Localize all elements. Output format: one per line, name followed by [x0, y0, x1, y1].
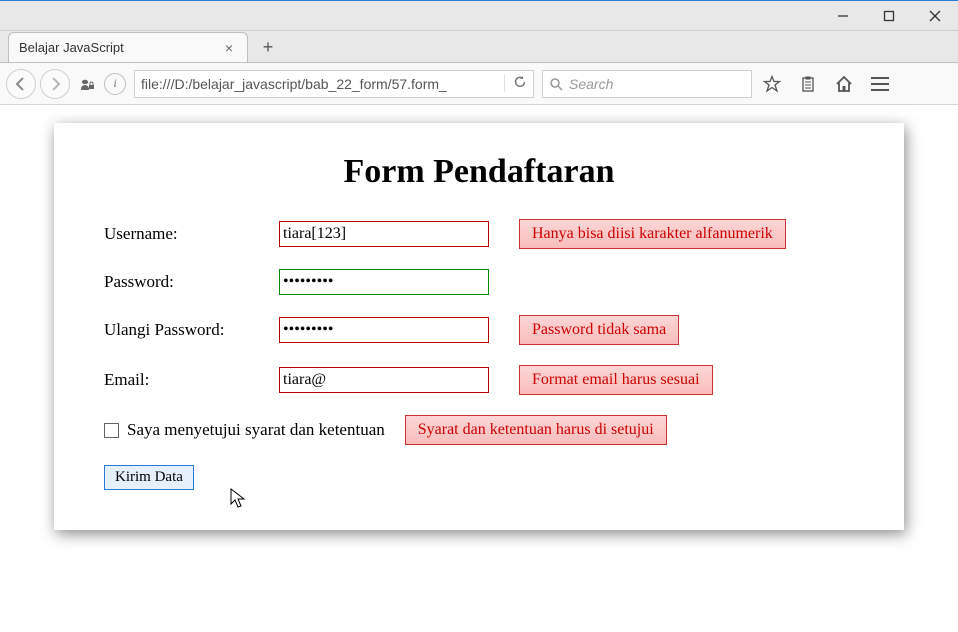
password-label: Password:	[104, 272, 279, 292]
browser-toolbar: i file:///D:/belajar_javascript/bab_22_f…	[0, 63, 958, 105]
back-button[interactable]	[6, 69, 36, 99]
password2-error: Password tidak sama	[519, 315, 679, 345]
email-error: Format email harus sesuai	[519, 365, 713, 395]
home-icon[interactable]	[828, 68, 860, 100]
site-identity-icon[interactable]	[76, 73, 98, 95]
password2-label: Ulangi Password:	[104, 320, 279, 340]
search-bar[interactable]: Search	[542, 70, 752, 98]
reload-button[interactable]	[504, 75, 527, 92]
username-error: Hanya bisa diisi karakter alfanumerik	[519, 219, 786, 249]
maximize-button[interactable]	[866, 1, 912, 31]
row-email: Email: Format email harus sesuai	[104, 365, 854, 395]
email-label: Email:	[104, 370, 279, 390]
agree-error: Syarat dan ketentuan harus di setujui	[405, 415, 667, 445]
password-input[interactable]	[279, 269, 489, 295]
tab-title: Belajar JavaScript	[19, 40, 124, 55]
search-placeholder: Search	[569, 76, 613, 92]
clipboard-icon[interactable]	[792, 68, 824, 100]
submit-button[interactable]: Kirim Data	[104, 465, 194, 490]
agree-label: Saya menyetujui syarat dan ketentuan	[127, 420, 385, 440]
cursor-icon	[230, 488, 248, 510]
minimize-button[interactable]	[820, 1, 866, 31]
row-username: Username: Hanya bisa diisi karakter alfa…	[104, 219, 854, 249]
username-input[interactable]	[279, 221, 489, 247]
browser-tab[interactable]: Belajar JavaScript ×	[8, 32, 248, 62]
email-input[interactable]	[279, 367, 489, 393]
page-title: Form Pendaftaran	[104, 153, 854, 191]
row-password2: Ulangi Password: Password tidak sama	[104, 315, 854, 345]
search-icon	[549, 77, 563, 91]
agree-checkbox[interactable]	[104, 423, 119, 438]
tab-bar: Belajar JavaScript × +	[0, 31, 958, 63]
username-label: Username:	[104, 224, 279, 244]
info-icon[interactable]: i	[104, 73, 126, 95]
new-tab-button[interactable]: +	[254, 33, 282, 61]
close-window-button[interactable]	[912, 1, 958, 31]
url-bar[interactable]: file:///D:/belajar_javascript/bab_22_for…	[134, 70, 534, 98]
url-text: file:///D:/belajar_javascript/bab_22_for…	[141, 76, 504, 92]
row-agree: Saya menyetujui syarat dan ketentuan Sya…	[104, 415, 854, 445]
page-content: Form Pendaftaran Username: Hanya bisa di…	[0, 105, 958, 632]
menu-button[interactable]	[864, 68, 896, 100]
bookmark-star-icon[interactable]	[756, 68, 788, 100]
window-titlebar	[0, 1, 958, 31]
password2-input[interactable]	[279, 317, 489, 343]
close-tab-icon[interactable]: ×	[221, 40, 237, 56]
row-password: Password:	[104, 269, 854, 295]
forward-button[interactable]	[40, 69, 70, 99]
form-panel: Form Pendaftaran Username: Hanya bisa di…	[54, 123, 904, 530]
